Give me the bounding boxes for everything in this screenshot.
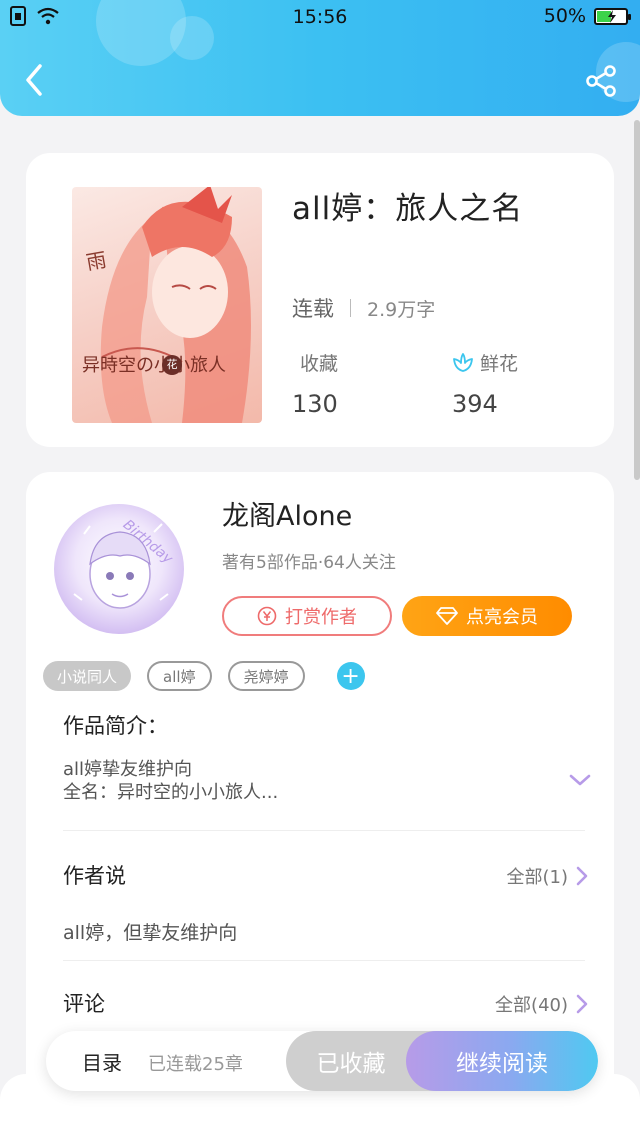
intro-line: all婷挚友维护向	[63, 759, 193, 780]
battery-icon	[594, 7, 631, 25]
avatar-illustration	[73, 523, 169, 609]
toc-button[interactable]: 目录	[82, 1047, 122, 1076]
battery-percent: 50%	[543, 5, 586, 27]
author-says-more-label: 全部(1)	[506, 867, 569, 888]
author-says-text: all婷，但挚友维护向	[63, 922, 238, 944]
scrollbar[interactable]	[634, 120, 640, 480]
tag-item[interactable]: 尧婷婷	[227, 661, 305, 691]
favorites-label: 收藏	[300, 353, 339, 375]
tip-author-button[interactable]: 打赏作者	[222, 596, 392, 636]
favorites-stat[interactable]: 收藏 130	[292, 349, 339, 418]
chapter-count: 已连载25章	[148, 1054, 243, 1075]
favorites-count: 130	[292, 390, 338, 418]
share-icon	[586, 65, 616, 97]
flowers-count: 394	[452, 390, 498, 418]
author-avatar[interactable]: Birthday	[54, 504, 184, 634]
word-count: 2.9万字	[367, 298, 436, 321]
tag-list: 小说同人 all婷 尧婷婷 +	[43, 661, 365, 691]
comments-more-link[interactable]: 全部(40)	[495, 991, 588, 1017]
vip-button[interactable]: 点亮会员	[402, 596, 572, 636]
book-meta: 连载 2.9万字	[292, 293, 435, 323]
intro-line: 全名：异时空的小小旅人...	[63, 782, 279, 803]
header: 15:56 50%	[0, 0, 640, 116]
book-status: 连载	[292, 297, 334, 321]
cover-illustration	[100, 187, 251, 423]
intro-text: all婷挚友维护向 全名：异时空的小小旅人...	[63, 758, 278, 804]
tag-item[interactable]: 小说同人	[43, 661, 132, 691]
share-button[interactable]	[584, 64, 618, 98]
comments-title: 评论	[63, 992, 105, 1016]
book-info-card: 雨 异時空の小小旅人 花 all婷：旅人之名 连载 2.9万字 收藏 130 鲜…	[26, 153, 614, 447]
continue-reading-label: 继续阅读	[456, 1051, 548, 1077]
author-says-title: 作者说	[63, 864, 126, 888]
author-card: Birthday 龙阁Alone 著有5部作品·64人关注 打赏作者 点亮会员 …	[26, 472, 614, 1112]
plus-icon: +	[341, 663, 360, 689]
yen-coin-icon	[257, 606, 277, 626]
flowers-label: 鲜花	[480, 353, 519, 375]
collected-label: 已收藏	[316, 1051, 386, 1077]
cover-seal: 花	[162, 355, 182, 375]
author-info: 著有5部作品·64人关注	[222, 553, 396, 573]
tag-item[interactable]: all婷	[147, 661, 212, 691]
bottom-action-bar: 目录 已连载25章 已收藏 继续阅读	[46, 1031, 598, 1091]
add-tag-button[interactable]: +	[336, 662, 365, 690]
flower-icon	[453, 352, 473, 372]
meta-divider	[350, 299, 351, 317]
back-button[interactable]	[20, 62, 50, 98]
chevron-down-icon	[569, 774, 591, 786]
author-says-more-link[interactable]: 全部(1)	[507, 863, 589, 889]
expand-intro-button[interactable]	[568, 772, 592, 786]
book-title: all婷：旅人之名	[292, 191, 524, 227]
vip-label: 点亮会员	[466, 607, 538, 628]
chevron-left-icon	[26, 64, 42, 96]
chevron-right-icon	[576, 866, 588, 886]
continue-reading-button[interactable]: 继续阅读	[406, 1031, 598, 1091]
author-name[interactable]: 龙阁Alone	[222, 494, 352, 533]
tip-author-label: 打赏作者	[285, 607, 357, 628]
book-cover[interactable]: 雨 异時空の小小旅人 花	[72, 187, 262, 423]
flowers-stat[interactable]: 鲜花 394	[452, 349, 518, 418]
status-bar: 15:56 50%	[0, 0, 640, 36]
intro-title: 作品简介：	[63, 714, 168, 738]
diamond-icon	[436, 607, 458, 625]
comments-more-label: 全部(40)	[495, 995, 568, 1016]
chevron-right-icon	[576, 994, 588, 1014]
divider	[63, 830, 585, 831]
divider	[63, 960, 585, 961]
